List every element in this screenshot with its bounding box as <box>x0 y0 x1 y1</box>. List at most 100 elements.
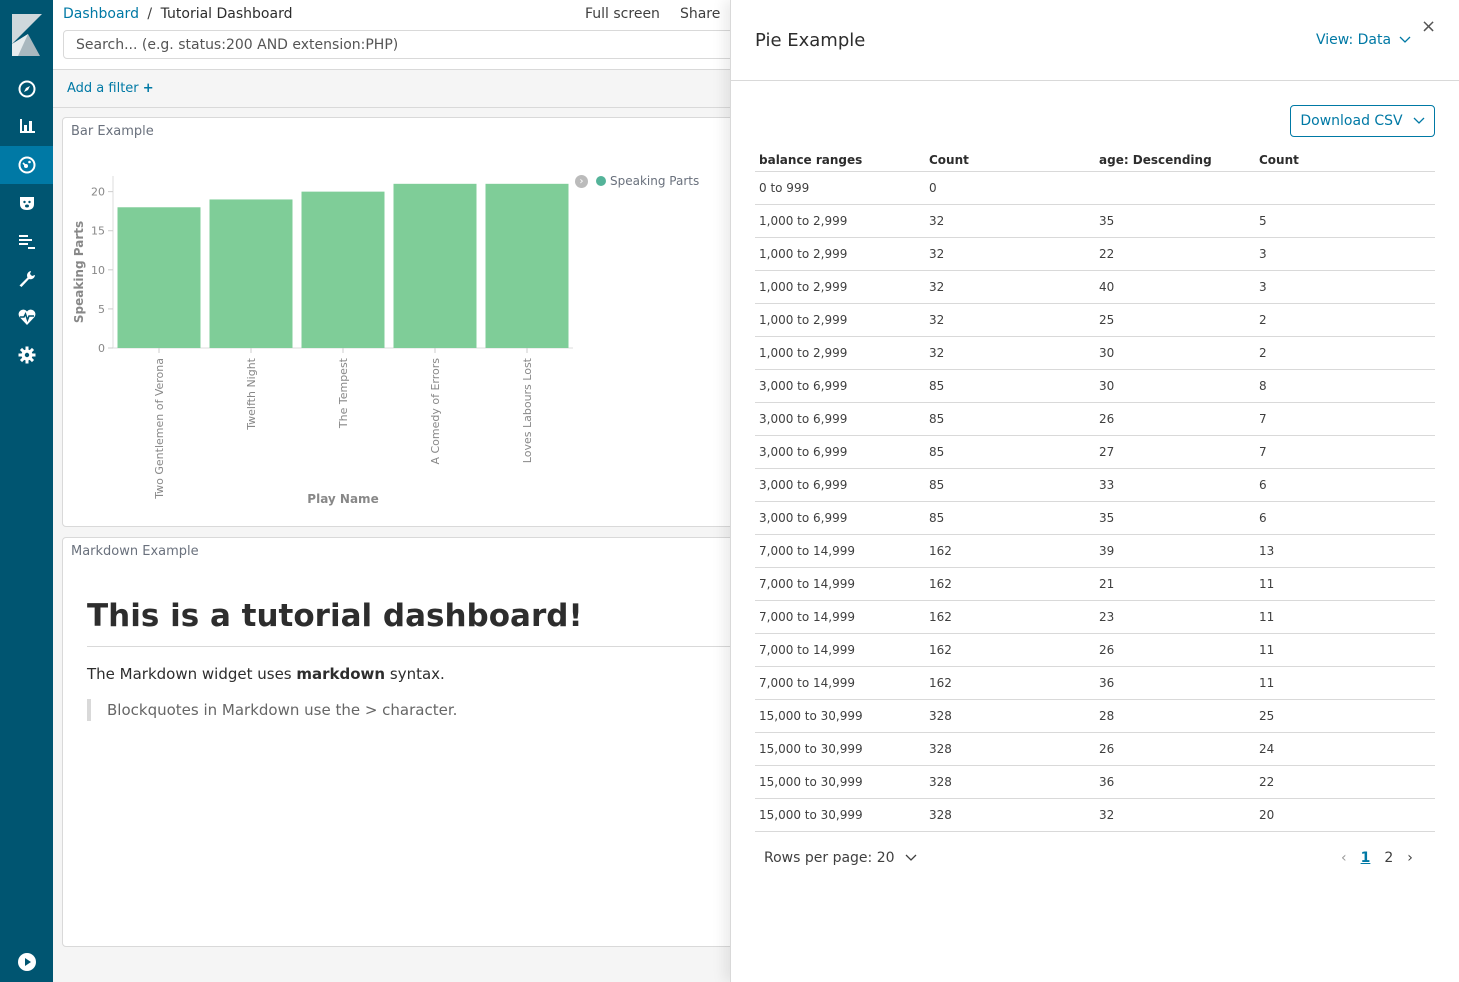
sidebar-item-discover[interactable] <box>0 70 53 108</box>
x-tick-label: The Tempest <box>337 357 350 429</box>
collapse-sidebar-button[interactable] <box>0 945 53 979</box>
table-row: 15,000 to 30,999 328 26 24 <box>755 732 1435 766</box>
table-cell: 3,000 to 6,999 <box>755 501 925 535</box>
table-cell: 3 <box>1255 237 1435 271</box>
chevron-left-icon[interactable]: ‹ <box>1341 850 1347 866</box>
table-cell: 25 <box>1255 699 1435 733</box>
sidebar-item-management[interactable] <box>0 336 53 374</box>
table-cell: 27 <box>1095 435 1255 469</box>
gear-icon <box>18 346 35 364</box>
legend-entry[interactable]: Speaking Parts <box>610 174 699 188</box>
breadcrumb-separator: / <box>147 6 153 22</box>
heart-monitor-icon <box>18 309 35 325</box>
search-input[interactable] <box>63 30 743 59</box>
column-header-count[interactable]: Count <box>1255 142 1435 172</box>
table-row: 1,000 to 2,999 32 25 2 <box>755 303 1435 337</box>
table-cell: 328 <box>925 798 1095 832</box>
x-axis-label: Play Name <box>307 492 378 506</box>
y-tick-label: 20 <box>91 186 105 199</box>
close-icon[interactable]: × <box>1421 18 1436 36</box>
table-header-row: balance ranges Count age: Descending Cou… <box>755 142 1435 172</box>
chevron-right-icon[interactable]: › <box>1407 850 1413 866</box>
table-cell: 1,000 to 2,999 <box>755 237 925 271</box>
rows-per-page-dropdown[interactable]: Rows per page: 20 <box>764 850 917 866</box>
share-button[interactable]: Share <box>680 6 720 22</box>
breadcrumb-dashboard-link[interactable]: Dashboard <box>63 6 139 22</box>
x-tick-label: Two Gentlemen of Verona <box>153 358 166 500</box>
table-cell: 32 <box>1095 798 1255 832</box>
add-filter-button[interactable]: Add a filter + <box>67 81 154 96</box>
sidebar-item-timelion[interactable] <box>0 184 53 222</box>
table-cell: 162 <box>925 633 1095 667</box>
page-1-button[interactable]: 1 <box>1361 850 1371 866</box>
table-cell: 7 <box>1255 402 1435 436</box>
table-cell: 22 <box>1095 237 1255 271</box>
sidebar-item-visualize[interactable] <box>0 107 53 145</box>
table-cell: 22 <box>1255 765 1435 799</box>
rows-per-page-label: Rows per page: 20 <box>764 850 895 866</box>
x-tick-label: Twelfth Night <box>245 357 258 430</box>
wrench-icon <box>19 271 35 287</box>
table-row: 3,000 to 6,999 85 35 6 <box>755 501 1435 535</box>
table-row: 7,000 to 14,999 162 23 11 <box>755 600 1435 634</box>
table-cell: 85 <box>925 501 1095 535</box>
kibana-logo[interactable] <box>0 0 53 70</box>
kibana-app: Dashboard / Tutorial Dashboard Full scre… <box>0 0 1459 982</box>
sidebar <box>0 0 53 982</box>
top-actions: Full screen Share <box>585 6 720 22</box>
column-header-age[interactable]: age: Descending <box>1095 142 1255 172</box>
table-row: 3,000 to 6,999 85 26 7 <box>755 402 1435 436</box>
table-cell: 162 <box>925 666 1095 700</box>
sidebar-item-dev-tools[interactable] <box>0 260 53 298</box>
breadcrumb-current: Tutorial Dashboard <box>160 6 293 22</box>
table-cell: 36 <box>1095 666 1255 700</box>
y-tick-label: 10 <box>91 264 105 277</box>
table-cell: 32 <box>925 237 1095 271</box>
sidebar-item-apm[interactable] <box>0 222 53 260</box>
table-row: 3,000 to 6,999 85 33 6 <box>755 468 1435 502</box>
table-cell: 35 <box>1095 501 1255 535</box>
sidebar-item-monitoring[interactable] <box>0 298 53 336</box>
flyout-header: Pie Example View: Data × <box>731 0 1459 81</box>
inspector-flyout: Pie Example View: Data × Download CSV ba… <box>730 0 1459 982</box>
y-axis-label: Speaking Parts <box>72 221 86 323</box>
markdown-heading: This is a tutorial dashboard! <box>87 598 747 647</box>
table-cell: 6 <box>1255 501 1435 535</box>
table-cell: 26 <box>1095 633 1255 667</box>
y-tick-label: 0 <box>98 342 105 355</box>
table-cell: 15,000 to 30,999 <box>755 732 925 766</box>
page-2-button[interactable]: 2 <box>1384 850 1393 866</box>
view-data-label: View: Data <box>1316 32 1392 48</box>
table-cell: 85 <box>925 369 1095 403</box>
table-cell: 15,000 to 30,999 <box>755 699 925 733</box>
column-header-count[interactable]: Count <box>925 142 1095 172</box>
table-cell: 33 <box>1095 468 1255 502</box>
table-cell: 32 <box>925 270 1095 304</box>
add-filter-label: Add a filter <box>67 81 139 96</box>
table-cell: 39 <box>1095 534 1255 568</box>
full-screen-button[interactable]: Full screen <box>585 6 660 22</box>
download-csv-button[interactable]: Download CSV <box>1290 105 1435 137</box>
bar <box>301 191 385 348</box>
table-row: 7,000 to 14,999 162 39 13 <box>755 534 1435 568</box>
table-cell: 3 <box>1255 270 1435 304</box>
chevron-down-icon <box>1413 117 1425 124</box>
table-cell <box>1255 171 1435 205</box>
table-cell: 85 <box>925 435 1095 469</box>
legend-toggle-icon[interactable]: › <box>575 174 588 188</box>
table-cell: 35 <box>1095 204 1255 238</box>
legend-color-dot <box>596 176 606 186</box>
table-cell: 328 <box>925 765 1095 799</box>
column-header-balance-ranges[interactable]: balance ranges <box>755 142 925 172</box>
sidebar-item-dashboard[interactable] <box>0 146 53 184</box>
table-cell: 15,000 to 30,999 <box>755 765 925 799</box>
table-cell: 20 <box>1255 798 1435 832</box>
collapse-play-icon <box>17 953 36 971</box>
table-cell: 162 <box>925 600 1095 634</box>
table-cell: 28 <box>1095 699 1255 733</box>
paragraph-text: The Markdown widget uses <box>87 665 297 683</box>
download-csv-label: Download CSV <box>1300 113 1403 129</box>
table-cell: 6 <box>1255 468 1435 502</box>
plus-icon: + <box>142 81 154 96</box>
view-data-dropdown[interactable]: View: Data <box>1316 32 1411 48</box>
